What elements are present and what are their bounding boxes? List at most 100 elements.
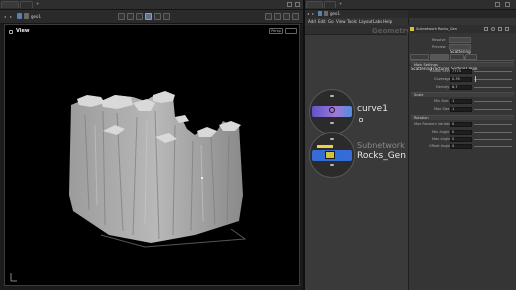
output-connector[interactable] xyxy=(330,122,334,124)
gear-icon[interactable] xyxy=(484,27,488,31)
coverage-slider[interactable] xyxy=(474,79,512,80)
lock-icon[interactable] xyxy=(359,118,363,122)
param-tabbar: Scattering Fractures Sorting Clean xyxy=(410,54,514,71)
scattering-button[interactable]: Scattering xyxy=(449,37,471,54)
path-geo1[interactable]: geo1 xyxy=(31,14,41,19)
max-random-variation-slider[interactable] xyxy=(474,124,512,125)
section-rotation[interactable]: Rotation xyxy=(411,115,514,120)
menu-help[interactable]: Help xyxy=(383,19,392,24)
back-arrow-icon[interactable]: ◂ xyxy=(307,11,309,16)
snap-prim-icon[interactable] xyxy=(127,13,134,20)
forward-arrow-icon[interactable]: ▸ xyxy=(10,14,12,19)
section-main-settings[interactable]: Main Settings xyxy=(411,62,514,67)
menu-view[interactable]: View xyxy=(336,19,346,24)
coverage-slider-handle[interactable] xyxy=(475,76,476,82)
menu-layout[interactable]: Layout xyxy=(359,19,373,24)
max-random-variation-value: 0 xyxy=(452,122,455,126)
snap-grid-icon[interactable] xyxy=(118,13,125,20)
min-size-label: Min Size xyxy=(434,99,449,103)
global-seed-slider[interactable] xyxy=(474,71,512,72)
snap-edge-icon[interactable] xyxy=(154,13,161,20)
output-connector[interactable] xyxy=(330,164,334,166)
pane-menu-icon[interactable] xyxy=(495,2,500,7)
geo-node-icon xyxy=(24,13,29,19)
max-size-field[interactable]: 1 xyxy=(450,107,472,112)
help-icon[interactable] xyxy=(491,27,495,31)
min-size-slider[interactable] xyxy=(474,101,512,102)
display-options-icon[interactable] xyxy=(265,13,272,20)
max-angle-slider[interactable] xyxy=(474,139,512,140)
menu-labs[interactable]: Labs xyxy=(373,19,382,24)
coverage-label: Coverage xyxy=(434,77,451,81)
snap-multi-icon[interactable] xyxy=(145,13,152,20)
density-value: 6.7 xyxy=(452,85,458,89)
max-size-slider[interactable] xyxy=(474,109,512,110)
viewport-layout-icon[interactable] xyxy=(292,13,299,20)
min-angle-slider[interactable] xyxy=(474,132,512,133)
axis-gizmo xyxy=(10,273,17,282)
display-flag[interactable] xyxy=(317,145,333,148)
subnet-node-icon xyxy=(325,151,335,159)
menu-go[interactable]: Go xyxy=(328,19,334,24)
maximize-pane-icon[interactable] xyxy=(505,2,510,7)
snap-curve-icon[interactable] xyxy=(163,13,170,20)
coverage-field[interactable]: 0.35 xyxy=(450,77,472,82)
scattering-preview-button[interactable]: Scattering xyxy=(449,44,471,61)
offset-angle-slider[interactable] xyxy=(474,146,512,147)
maximize-pane-icon[interactable] xyxy=(295,2,300,7)
tab-scene-view[interactable]: Scene View xyxy=(1,1,19,37)
snap-point-icon[interactable] xyxy=(136,13,143,20)
node-curve1-label[interactable]: curve1 xyxy=(357,104,388,114)
section-rotation-label: Rotation xyxy=(414,116,429,120)
path-geo1[interactable]: geo1 xyxy=(330,11,340,16)
back-arrow-icon[interactable]: ◂ xyxy=(4,14,6,19)
menu-add[interactable]: Add xyxy=(308,19,316,24)
max-angle-field[interactable]: 0 xyxy=(450,137,472,142)
obj-context-icon xyxy=(318,11,322,16)
input-connector[interactable] xyxy=(330,95,334,97)
add-tab-icon[interactable]: + xyxy=(339,1,342,6)
preview-label: Preview xyxy=(432,45,446,49)
tab-scattering[interactable]: Scattering xyxy=(410,54,432,71)
max-angle-label: Max Angle xyxy=(432,137,451,141)
section-scale[interactable]: Scale xyxy=(411,92,514,97)
tab-sorting[interactable]: Sorting xyxy=(450,54,465,71)
camera-icon[interactable] xyxy=(283,13,290,20)
density-slider[interactable] xyxy=(474,87,512,88)
rock-highlight xyxy=(201,177,203,179)
info-icon[interactable] xyxy=(498,27,502,31)
network-pathbar: ◂ ▸ geo1 xyxy=(305,10,408,18)
global-seed-field[interactable]: 7773 xyxy=(450,69,472,74)
max-angle-value: 0 xyxy=(452,137,455,141)
menu-tools[interactable]: Tools xyxy=(347,19,357,24)
lock-camera-icon[interactable] xyxy=(274,13,281,20)
obj-context-icon xyxy=(17,13,22,19)
max-random-variation-field[interactable]: 0 xyxy=(450,122,472,127)
add-tab-icon[interactable]: + xyxy=(36,1,39,6)
network-tabbar: /obj/geo1 Tre + xyxy=(305,0,516,18)
input-connector[interactable] xyxy=(330,138,334,140)
tab-clean[interactable]: Clean xyxy=(465,54,477,71)
pane-menu-icon[interactable] xyxy=(287,2,292,7)
min-angle-field[interactable]: 0 xyxy=(450,130,472,135)
tab-tree[interactable]: Tre xyxy=(324,1,336,18)
tab-network[interactable]: /obj/geo1 xyxy=(306,1,328,18)
min-size-field[interactable]: 1 xyxy=(450,99,472,104)
offset-angle-field[interactable]: 0 xyxy=(450,144,472,149)
subnet-type-icon xyxy=(410,27,414,31)
param-header: Subnetwork Rocks_Gen xyxy=(408,25,516,33)
param-node-name[interactable]: Rocks_Gen xyxy=(438,27,457,32)
max-random-variation-label: Max Random Variation xyxy=(414,122,454,126)
viewport[interactable]: View Persp xyxy=(4,24,300,286)
max-size-label: Max Size xyxy=(434,107,450,111)
rock-geometry xyxy=(10,91,247,282)
min-angle-value: 0 xyxy=(452,130,455,134)
pin-icon[interactable] xyxy=(505,27,509,31)
menu-edit[interactable]: Edit xyxy=(318,19,326,24)
tab-fractures[interactable]: Fractures xyxy=(430,54,450,71)
tab-animation[interactable]: Ani xyxy=(20,1,33,18)
density-field[interactable]: 6.7 xyxy=(450,85,472,90)
node-rocks-gen-label[interactable]: Rocks_Gen xyxy=(357,151,406,161)
forward-arrow-icon[interactable]: ▸ xyxy=(312,11,314,16)
min-angle-label: Min Angle xyxy=(432,130,450,134)
